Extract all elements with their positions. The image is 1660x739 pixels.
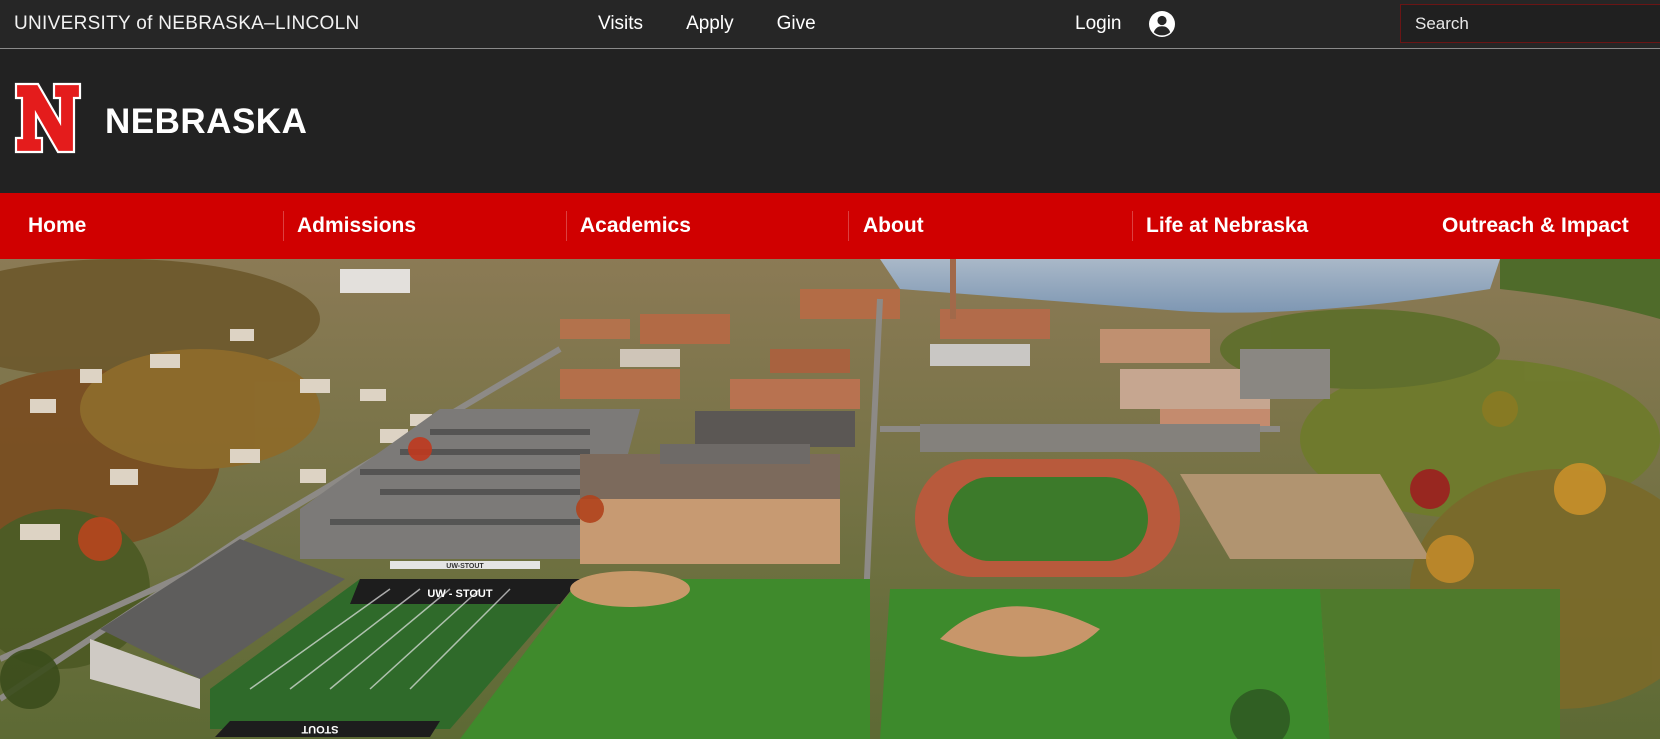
main-navigation: Home Admissions Academics About Life at … — [0, 193, 1660, 259]
track-field — [915, 459, 1180, 577]
banner-text: UW-STOUT — [446, 563, 484, 570]
campus-aerial-illustration: UW - STOUT STOUT UW-STOUT — [0, 259, 1660, 739]
nav-outreach-impact[interactable]: Outreach & Impact — [1442, 214, 1629, 238]
nebraska-n-logo[interactable] — [14, 82, 82, 154]
utility-links: Visits Apply Give — [598, 13, 816, 35]
brand-bar: NEBRASKA — [0, 50, 1660, 193]
nav-admissions[interactable]: Admissions — [297, 214, 416, 238]
nav-divider — [283, 211, 284, 241]
nav-divider — [566, 211, 567, 241]
nav-academics[interactable]: Academics — [580, 214, 691, 238]
grass-fields — [460, 571, 1560, 739]
utility-bar: UNIVERSITY of NEBRASKA–LINCOLN Visits Ap… — [0, 0, 1660, 49]
university-name[interactable]: UNIVERSITY of NEBRASKA–LINCOLN — [14, 13, 359, 35]
login-link[interactable]: Login — [1075, 13, 1122, 35]
stadium-sign-lower: STOUT — [301, 723, 338, 735]
visits-link[interactable]: Visits — [598, 13, 643, 35]
stadium-sign: UW - STOUT — [427, 588, 492, 600]
give-link[interactable]: Give — [777, 13, 816, 35]
nav-life-at-nebraska[interactable]: Life at Nebraska — [1146, 214, 1308, 238]
nav-about[interactable]: About — [863, 214, 924, 238]
brand-wordmark[interactable]: NEBRASKA — [105, 102, 307, 142]
hero-campus-aerial-image: UW - STOUT STOUT UW-STOUT — [0, 259, 1660, 739]
nav-divider — [1132, 211, 1133, 241]
nav-home[interactable]: Home — [28, 214, 86, 238]
user-account-icon[interactable] — [1148, 10, 1176, 38]
search-input[interactable] — [1400, 4, 1660, 43]
apply-link[interactable]: Apply — [686, 13, 734, 35]
nav-divider — [848, 211, 849, 241]
